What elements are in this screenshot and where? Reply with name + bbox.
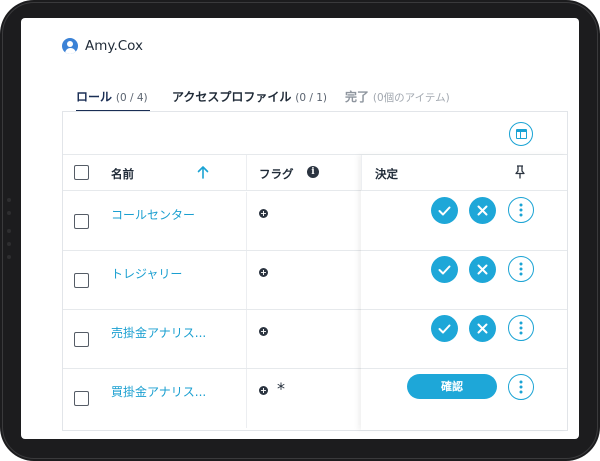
approve-button[interactable] (431, 197, 458, 224)
check-icon (438, 324, 451, 333)
more-vertical-icon (519, 380, 523, 394)
table-row: 売掛金アナリス... + (63, 310, 567, 369)
columns-icon (515, 129, 527, 139)
flag-plus-icon: + (259, 386, 268, 395)
row-checkbox[interactable] (74, 391, 89, 406)
pin-icon[interactable] (515, 165, 525, 179)
tab-access-profiles[interactable]: アクセスプロファイル (0 / 1) (172, 88, 327, 112)
approve-button[interactable] (431, 256, 458, 283)
table-header: 名前 フラグ i 決定 (63, 155, 567, 191)
row-checkbox[interactable] (74, 332, 89, 347)
more-vertical-icon (519, 262, 523, 276)
tab-roles-count: (0 / 4) (115, 92, 148, 104)
tab-completed-label: 完了 (345, 90, 370, 104)
flag-asterisk: * (277, 379, 285, 398)
column-divider (361, 155, 362, 190)
table-row: コールセンター + (63, 192, 567, 251)
column-divider (246, 192, 247, 250)
tab-roles-label: ロール (76, 90, 113, 104)
column-header-decision[interactable]: 決定 (375, 166, 398, 182)
confirm-button[interactable]: 確認 (407, 374, 497, 399)
more-options-button[interactable] (508, 256, 534, 282)
column-divider (246, 251, 247, 309)
column-divider (246, 155, 247, 190)
row-checkbox[interactable] (74, 273, 89, 288)
camera-dot (7, 198, 11, 202)
table-toolbar (63, 112, 567, 155)
reject-button[interactable] (469, 256, 496, 283)
close-icon (477, 323, 488, 334)
user-name: Amy.Cox (85, 38, 144, 54)
tab-completed[interactable]: 完了 (0個のアイテム) (345, 88, 450, 112)
more-options-button[interactable] (508, 315, 534, 341)
tab-access-profiles-count: (0 / 1) (295, 92, 328, 104)
reject-button[interactable] (469, 315, 496, 342)
more-options-button[interactable] (508, 197, 534, 223)
role-name-link[interactable]: 買掛金アナリス... (111, 383, 206, 400)
tab-roles[interactable]: ロール (0 / 4) (76, 88, 150, 112)
tab-access-profiles-label: アクセスプロファイル (172, 90, 292, 104)
flag-plus-icon: + (259, 268, 268, 277)
more-vertical-icon (519, 321, 523, 335)
tab-completed-count: (0個のアイテム) (372, 92, 450, 104)
table-row: 買掛金アナリス... + * 確認 (63, 369, 567, 428)
check-icon (438, 206, 451, 215)
info-icon[interactable]: i (307, 166, 319, 178)
more-vertical-icon (519, 203, 523, 217)
sensor-dot (7, 242, 11, 246)
sensor-dot (7, 255, 11, 259)
close-icon (477, 264, 488, 275)
user-header: Amy.Cox (62, 37, 143, 55)
sensor-dot (7, 229, 11, 233)
flag-plus-icon: + (259, 209, 268, 218)
row-checkbox[interactable] (74, 214, 89, 229)
table-row: トレジャリー + (63, 251, 567, 310)
select-all-checkbox[interactable] (74, 165, 89, 180)
tablet-frame: Amy.Cox ロール (0 / 4) アクセスプロファイル (0 / 1) 完… (0, 0, 600, 461)
column-divider (246, 310, 247, 368)
column-header-name[interactable]: 名前 (111, 166, 134, 182)
sensor-dot (7, 211, 11, 215)
role-name-link[interactable]: 売掛金アナリス... (111, 324, 206, 341)
check-icon (438, 265, 451, 274)
column-settings-button[interactable] (509, 122, 533, 146)
roles-table-panel: 名前 フラグ i 決定 コールセンター + トレジャリー + 売掛金アナリス..… (62, 111, 568, 431)
sort-ascending-icon[interactable] (197, 165, 209, 179)
close-icon (477, 205, 488, 216)
flag-plus-icon: + (259, 327, 268, 336)
column-header-flags[interactable]: フラグ (259, 166, 294, 182)
approve-button[interactable] (431, 315, 458, 342)
role-name-link[interactable]: コールセンター (111, 206, 195, 223)
user-avatar-icon (62, 38, 78, 54)
more-options-button[interactable] (508, 374, 534, 400)
role-name-link[interactable]: トレジャリー (111, 265, 182, 282)
reject-button[interactable] (469, 197, 496, 224)
column-divider (246, 369, 247, 428)
app-screen: Amy.Cox ロール (0 / 4) アクセスプロファイル (0 / 1) 完… (21, 18, 579, 439)
